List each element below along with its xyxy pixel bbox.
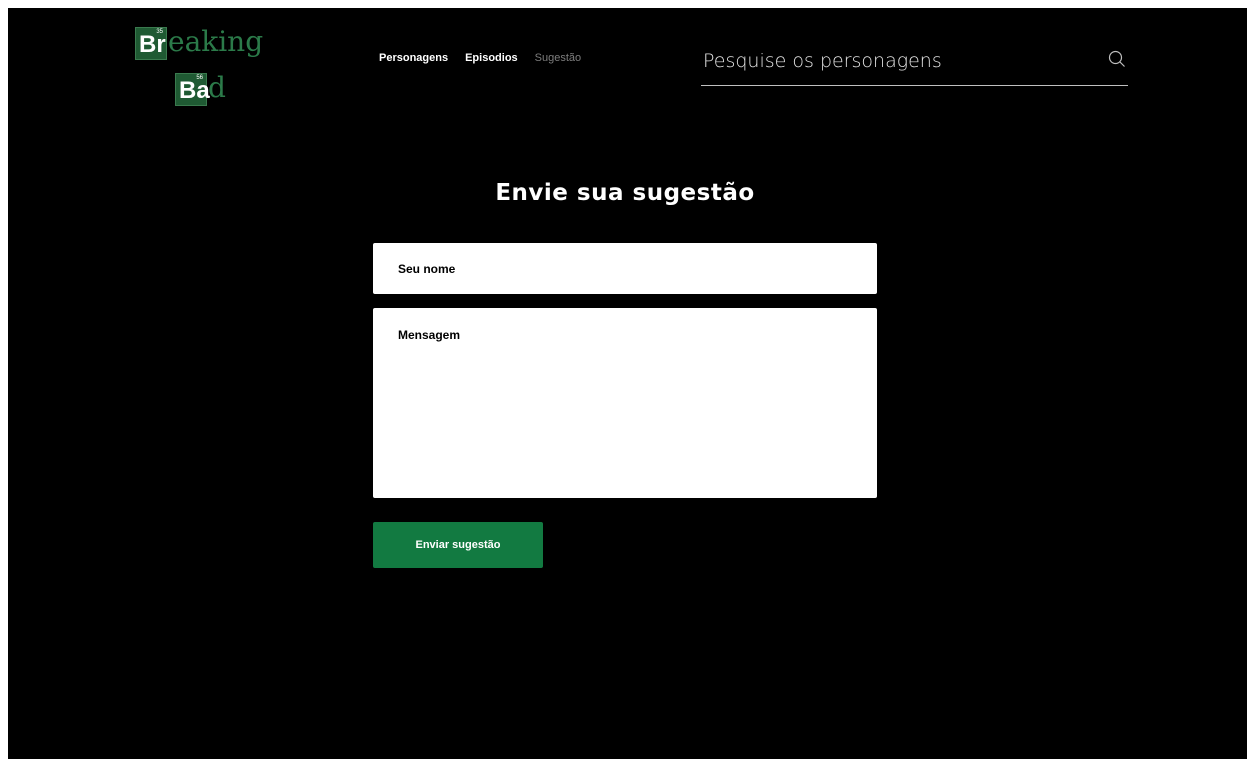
search-input[interactable] [703,47,1083,75]
logo-element-br: Br 35 [135,27,167,60]
logo-ba-number: 56 [196,75,203,81]
search-icon[interactable] [1108,50,1126,68]
submit-suggestion-button[interactable]: Enviar sugestão [373,522,543,568]
name-field[interactable] [373,243,877,294]
page-title: Envie sua sugestão [495,180,755,206]
logo-br-symbol: Br [139,31,166,58]
breaking-bad-logo[interactable]: Br 35 eaking Ba 56 d [127,25,277,107]
nav-item-episodios[interactable]: Episodios [465,52,518,64]
search-bar [701,44,1128,86]
logo-line1-rest: eaking [168,25,264,58]
logo-br-number: 35 [156,29,163,35]
nav-item-personagens[interactable]: Personagens [379,52,448,64]
message-field[interactable] [373,308,877,498]
main-nav: Personagens Episodios Sugestão [379,52,581,64]
nav-item-sugestao[interactable]: Sugestão [535,52,581,64]
logo-element-ba: Ba 56 [175,73,210,106]
logo-ba-symbol: Ba [179,77,210,104]
logo-line2-rest: d [208,71,226,104]
